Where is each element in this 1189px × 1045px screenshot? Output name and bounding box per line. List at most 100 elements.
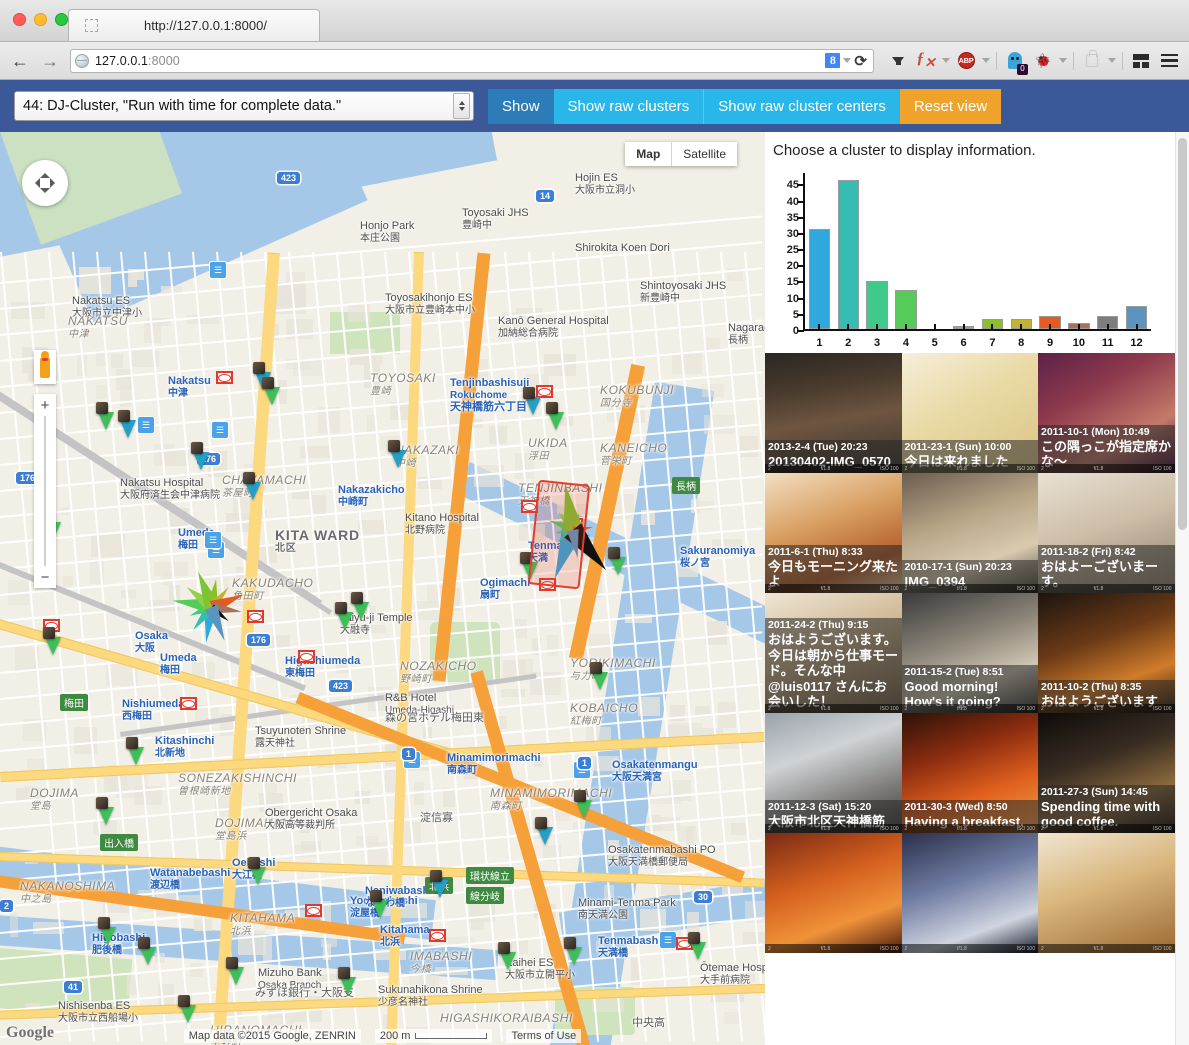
chart-bar-column[interactable]: 3 [863, 173, 892, 329]
bug-extension-button[interactable]: 🐞 [1031, 49, 1055, 73]
map-photo-pin-thumbnail[interactable] [564, 937, 576, 949]
apps-button[interactable] [1129, 49, 1153, 73]
subway-station-icon[interactable] [247, 610, 264, 623]
google-search-icon[interactable]: 8 [825, 53, 840, 68]
maximize-window-button[interactable] [55, 13, 68, 26]
back-button[interactable]: ← [8, 49, 32, 73]
map-photo-pin-thumbnail[interactable] [546, 402, 558, 414]
map-photo-pin[interactable] [592, 672, 608, 690]
map-photo-pin[interactable] [576, 800, 592, 818]
cluster-histogram[interactable]: 051015202530354045 123456789101112 [773, 173, 1151, 353]
map-photo-pin[interactable] [337, 612, 353, 630]
chart-bar-column[interactable]: 1 [805, 173, 834, 329]
map-photo-pin[interactable] [120, 420, 136, 438]
map-photo-pin-thumbnail[interactable] [688, 932, 700, 944]
adblock-button[interactable]: ABP [954, 49, 978, 73]
map-photo-pin[interactable] [525, 397, 541, 415]
map-pan-control[interactable] [22, 160, 68, 206]
map-photo-pin[interactable] [340, 977, 356, 995]
chart-bar-column[interactable]: 12 [1122, 173, 1151, 329]
chart-bar[interactable] [809, 229, 830, 329]
chart-bar-column[interactable]: 9 [1036, 173, 1065, 329]
close-window-button[interactable] [13, 13, 26, 26]
map-photo-pin[interactable] [537, 827, 553, 845]
map-canvas[interactable]: Hojin ES大阪市立洞小Honjo Park本庄公園Toyosaki JHS… [0, 132, 765, 1045]
show-button[interactable]: Show [488, 89, 554, 124]
map-type-satellite-button[interactable]: Satellite [672, 142, 737, 166]
map-photo-pin[interactable] [98, 412, 114, 430]
chart-bar-column[interactable]: 8 [1007, 173, 1036, 329]
photo-thumbnail[interactable]: 2011-18-2 (Fri) 8:42おはよーございまーす。2f/1.8ISO… [1038, 473, 1175, 593]
chart-bar-column[interactable]: 7 [978, 173, 1007, 329]
map-zoom-control[interactable]: + − [34, 394, 56, 588]
panel-scrollbar[interactable] [1175, 132, 1189, 1045]
map-photo-pin[interactable] [98, 807, 114, 825]
subway-station-icon[interactable] [216, 371, 233, 384]
map-photo-pin-thumbnail[interactable] [590, 662, 602, 674]
zoom-out-button[interactable]: − [34, 566, 56, 588]
address-bar[interactable]: 127.0.0.1:8000 8 ⟳ [70, 49, 874, 73]
map-photo-pin-thumbnail[interactable] [96, 797, 108, 809]
map-type-map-button[interactable]: Map [625, 142, 672, 166]
chart-bar-column[interactable]: 2 [834, 173, 863, 329]
map-photo-pin[interactable] [432, 880, 448, 898]
cluster-select-stepper-icon[interactable] [453, 93, 470, 119]
browser-tab[interactable]: http://127.0.0.1:8000/ [68, 9, 320, 41]
map-photo-pin-thumbnail[interactable] [98, 917, 110, 929]
show-raw-clusters-button[interactable]: Show raw clusters [554, 89, 704, 124]
map-photo-pin-thumbnail[interactable] [118, 410, 130, 422]
map-photo-pin[interactable] [180, 1005, 196, 1023]
chart-bar-column[interactable]: 11 [1093, 173, 1122, 329]
bug-chevron-down-icon[interactable] [1059, 58, 1067, 63]
chevron-down-icon[interactable] [843, 58, 851, 63]
map-photo-pin[interactable] [128, 747, 144, 765]
map-photo-pin-thumbnail[interactable] [253, 362, 265, 374]
map-photo-pin[interactable] [245, 482, 261, 500]
map-photo-pin-thumbnail[interactable] [43, 627, 55, 639]
map-photo-pin-thumbnail[interactable] [138, 937, 150, 949]
map-terms-link[interactable]: Terms of Use [506, 1029, 581, 1043]
photo-thumbnail[interactable]: 2011-30-3 (Wed) 8:50Having a breakfast.2… [902, 713, 1039, 833]
map-photo-pin[interactable] [690, 942, 706, 960]
flashblock-button[interactable]: ƒ✕ [914, 49, 938, 73]
train-station-icon[interactable]: ☰ [660, 932, 676, 948]
map-photo-pin-thumbnail[interactable] [178, 995, 190, 1007]
map-photo-pin-thumbnail[interactable] [191, 442, 203, 454]
map-photo-pin[interactable] [353, 602, 369, 620]
photo-thumbnail[interactable]: 2011-15-2 (Tue) 8:51Good morning! How's … [902, 593, 1039, 713]
street-view-pegman[interactable] [34, 350, 56, 384]
photo-thumbnail[interactable]: 2010-17-1 (Sun) 20:23IMG_03942f/1.8ISO 1… [902, 473, 1039, 593]
map-photo-pin-thumbnail[interactable] [370, 890, 382, 902]
photo-thumbnail[interactable]: 2011-23-1 (Sun) 10:00今日は来れました2f/1.8ISO 1… [902, 353, 1039, 473]
chart-bar-column[interactable]: 10 [1064, 173, 1093, 329]
reload-icon[interactable]: ⟳ [854, 52, 867, 70]
panel-scrollbar-thumb[interactable] [1178, 138, 1187, 530]
chart-bar-column[interactable]: 6 [949, 173, 978, 329]
readinglist-chevron-down-icon[interactable] [1108, 58, 1116, 63]
map-photo-pin[interactable] [140, 947, 156, 965]
cluster-select[interactable]: 44: DJ-Cluster, "Run with time for compl… [14, 91, 474, 121]
forward-button[interactable]: → [38, 49, 62, 73]
map-photo-pin-thumbnail[interactable] [388, 440, 400, 452]
cluster-hull-polygon[interactable] [528, 480, 591, 590]
map-photo-pin-thumbnail[interactable] [226, 957, 238, 969]
chart-bar[interactable] [866, 281, 887, 330]
subway-station-icon[interactable] [298, 650, 315, 663]
map-photo-pin-thumbnail[interactable] [335, 602, 347, 614]
map-photo-pin[interactable] [250, 867, 266, 885]
photo-thumbnail[interactable]: 2f/1.8ISO 100 [765, 833, 902, 953]
ghostery-button[interactable]: 0 [1003, 49, 1027, 73]
chart-bar-column[interactable]: 5 [920, 173, 949, 329]
map-photo-pin[interactable] [45, 637, 61, 655]
photo-thumbnail[interactable]: 2011-27-3 (Sun) 14:45Spending time with … [1038, 713, 1175, 833]
subway-station-icon[interactable] [305, 904, 322, 917]
train-station-icon[interactable]: ☰ [205, 532, 221, 548]
photo-thumbnail[interactable]: 2011-12-3 (Sat) 15:20大阪市北区天神橋筋2f/1.8ISO … [765, 713, 902, 833]
subway-station-icon[interactable] [429, 929, 446, 942]
train-station-icon[interactable]: ☰ [212, 422, 228, 438]
map-photo-pin-thumbnail[interactable] [351, 592, 363, 604]
reset-view-button[interactable]: Reset view [900, 89, 1001, 124]
map-photo-pin-thumbnail[interactable] [338, 967, 350, 979]
map-photo-pin-thumbnail[interactable] [523, 387, 535, 399]
photo-thumbnail[interactable]: 2011-24-2 (Thu) 9:15おはようございます。今日は朝から仕事モー… [765, 593, 902, 713]
